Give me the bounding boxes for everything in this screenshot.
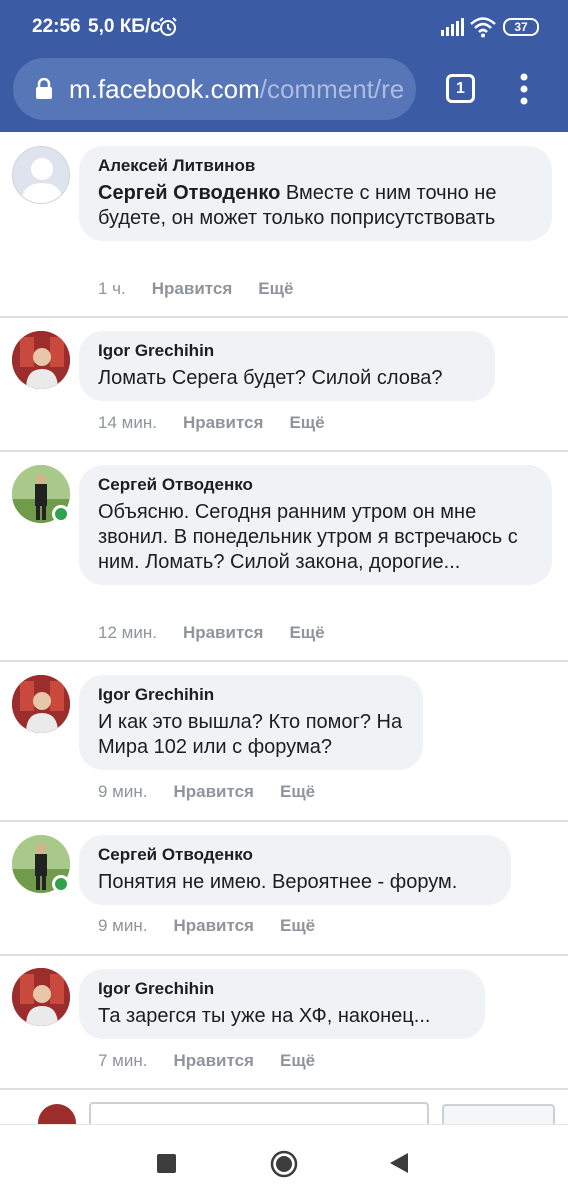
url-host: m.facebook.com [69,74,260,104]
status-bar: 22:56 5,0 КБ/с 37 [0,0,568,56]
comment-text: Объясню. Сегодня ранним утром он мне зво… [98,501,518,573]
online-status-icon [52,875,70,893]
user-photo-icon [12,968,70,1026]
comment-input[interactable] [89,1102,429,1124]
comment-actions: 1 ч. Нравится Ещё [98,279,293,299]
recents-square-icon[interactable] [157,1154,176,1173]
wifi-icon [470,17,496,38]
comment-composer [0,1090,568,1124]
lock-icon [36,78,52,99]
comment-actions: 7 мин. Нравится Ещё [98,1051,315,1071]
like-link[interactable]: Нравится [173,782,254,802]
user-photo-icon [12,331,70,389]
comment-author[interactable]: Igor Grechihin [98,978,467,1000]
avatar-igor[interactable] [12,331,70,389]
comment-mention[interactable]: Сергей Отводенко [98,182,280,204]
comment-time[interactable]: 1 ч. [98,279,126,299]
comment-text: Сергей Отводенко Вместе с ним точно не б… [98,181,534,231]
alarm-icon [159,17,177,36]
comment-time[interactable]: 7 мин. [98,1051,147,1071]
default-user-icon [21,158,63,203]
divider [0,660,568,662]
user-photo-icon [12,675,70,733]
like-link[interactable]: Нравится [152,279,233,299]
avatar-igor[interactable] [12,968,70,1026]
back-triangle-icon[interactable] [388,1151,410,1175]
comment-bubble[interactable]: Igor Grechihin Ломать Серега будет? Сило… [79,331,495,401]
comment-author[interactable]: Сергей Отводенко [98,844,493,866]
comment-actions: 9 мин. Нравится Ещё [98,916,315,936]
comment-time[interactable]: 12 мин. [98,623,157,643]
status-network-speed: 5,0 КБ/с [88,16,161,37]
comment-actions: 12 мин. Нравится Ещё [98,623,325,643]
comment-bubble[interactable]: Сергей Отводенко Объясню. Сегодня ранним… [79,465,552,585]
like-link[interactable]: Нравится [183,623,264,643]
comment-time[interactable]: 9 мин. [98,782,147,802]
more-link[interactable]: Ещё [289,413,324,433]
online-status-icon [52,505,70,523]
more-link[interactable]: Ещё [280,1051,315,1071]
comment-text: И как это вышла? Кто помог? На Мира 102 … [98,711,403,758]
more-link[interactable]: Ещё [258,279,293,299]
divider [0,450,568,452]
avatar-igor[interactable] [12,675,70,733]
like-link[interactable]: Нравится [183,413,264,433]
comment-author[interactable]: Igor Grechihin [98,340,477,362]
divider [0,316,568,318]
divider [0,820,568,822]
more-link[interactable]: Ещё [280,782,315,802]
comment-actions: 9 мин. Нравится Ещё [98,782,315,802]
url-path: /comment/re [259,74,405,104]
comment-bubble[interactable]: Igor Grechihin Та зарегся ты уже на ХФ, … [79,969,485,1039]
comment-time[interactable]: 14 мин. [98,413,157,433]
like-link[interactable]: Нравится [173,1051,254,1071]
composer-avatar [38,1104,76,1124]
avatar-default[interactable] [12,146,70,204]
more-vertical-icon[interactable] [514,72,534,106]
comment-bubble[interactable]: Алексей Литвинов Сергей Отводенко Вместе… [79,146,552,241]
comment-text: Понятия не имею. Вероятнее - форум. [98,871,458,893]
status-time: 22:56 [32,16,81,37]
battery-indicator: 37 [503,18,539,36]
more-link[interactable]: Ещё [289,623,324,643]
comment-bubble[interactable]: Сергей Отводенко Понятия не имею. Вероят… [79,835,511,905]
like-link[interactable]: Нравится [173,916,254,936]
browser-header: 22:56 5,0 КБ/с 37 m.facebook.com/comment… [0,0,568,132]
comment-author[interactable]: Сергей Отводенко [98,474,534,496]
comment-author[interactable]: Алексей Литвинов [98,155,534,177]
url-text: m.facebook.com/comment/re [69,74,404,105]
divider [0,954,568,956]
comment-bubble[interactable]: Igor Grechihin И как это вышла? Кто помо… [79,675,423,770]
url-bar[interactable]: m.facebook.com/comment/re [13,58,416,120]
post-comment-button[interactable] [442,1104,555,1124]
home-circle-icon[interactable] [270,1150,298,1178]
tabs-button[interactable]: 1 [446,74,475,103]
comment-text: Та зарегся ты уже на ХФ, наконец... [98,1005,431,1027]
comment-text: Ломать Серега будет? Силой слова? [98,367,443,389]
comment-time[interactable]: 9 мин. [98,916,147,936]
comment-author[interactable]: Igor Grechihin [98,684,405,706]
more-link[interactable]: Ещё [280,916,315,936]
signal-icon [441,18,464,36]
system-nav-bar [0,1124,568,1200]
comment-actions: 14 мин. Нравится Ещё [98,413,325,433]
